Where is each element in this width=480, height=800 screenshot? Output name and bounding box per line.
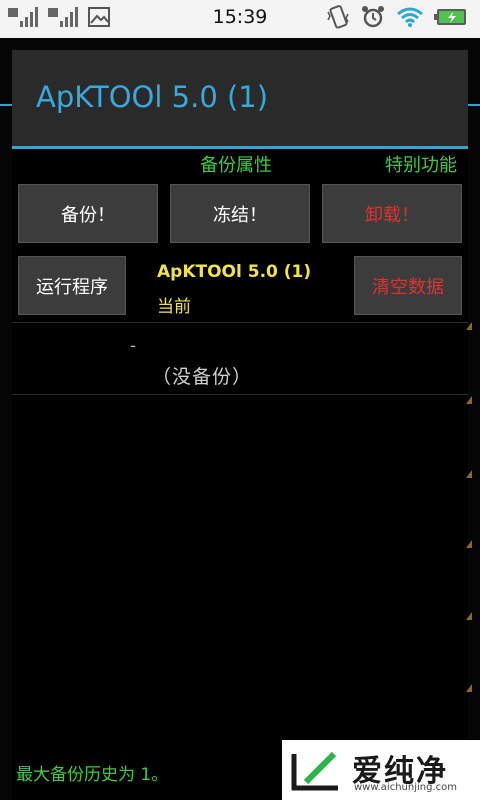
- dialog-title: ApKTOOl 5.0 (1): [36, 80, 269, 114]
- alarm-icon: [360, 4, 386, 34]
- current-app-name: ApKTOOl 5.0 (1): [157, 262, 312, 282]
- divider: [12, 394, 468, 395]
- list-corner-marker: [466, 684, 472, 692]
- list-corner-marker: [466, 470, 472, 478]
- freeze-button[interactable]: 冻结！: [170, 184, 310, 243]
- no-backup-text: （没备份）: [151, 366, 252, 388]
- tab-backup-properties[interactable]: 备份属性: [200, 151, 272, 177]
- backup-button[interactable]: 备份！: [18, 184, 158, 243]
- battery-icon: [434, 7, 468, 31]
- list-corner-marker: [466, 322, 472, 330]
- watermark-url: www.aichunjing.com: [354, 782, 457, 793]
- watermark-logo: 爱纯净 www.aichunjing.com: [282, 740, 480, 800]
- tab-special-functions[interactable]: 特别功能: [385, 151, 457, 177]
- dialog-title-bar: ApKTOOl 5.0 (1): [12, 50, 468, 146]
- run-app-button[interactable]: 运行程序: [18, 256, 126, 315]
- backup-dash: -: [130, 336, 136, 355]
- background-accent-line: [468, 104, 480, 106]
- list-corner-marker: [466, 612, 472, 620]
- status-right-icons: [326, 5, 468, 33]
- dialog-tabs: 备份属性 特别功能: [12, 151, 468, 181]
- vibrate-icon: [326, 4, 350, 34]
- title-divider: [12, 146, 468, 149]
- current-app-label: 当前: [157, 297, 191, 317]
- status-bar: 15:39: [0, 0, 480, 38]
- clear-data-button[interactable]: 清空数据: [354, 256, 462, 315]
- list-corner-marker: [466, 396, 472, 404]
- max-backup-history-text: 最大备份历史为 1。: [16, 765, 169, 785]
- uninstall-button[interactable]: 卸载！: [322, 184, 462, 243]
- background-accent-line: [0, 104, 12, 106]
- wifi-icon: [396, 6, 424, 32]
- divider: [12, 322, 468, 323]
- list-corner-marker: [466, 540, 472, 548]
- app-details-dialog: ApKTOOl 5.0 (1) 备份属性 特别功能 备份！ 冻结！ 卸载！ 运行…: [12, 50, 468, 800]
